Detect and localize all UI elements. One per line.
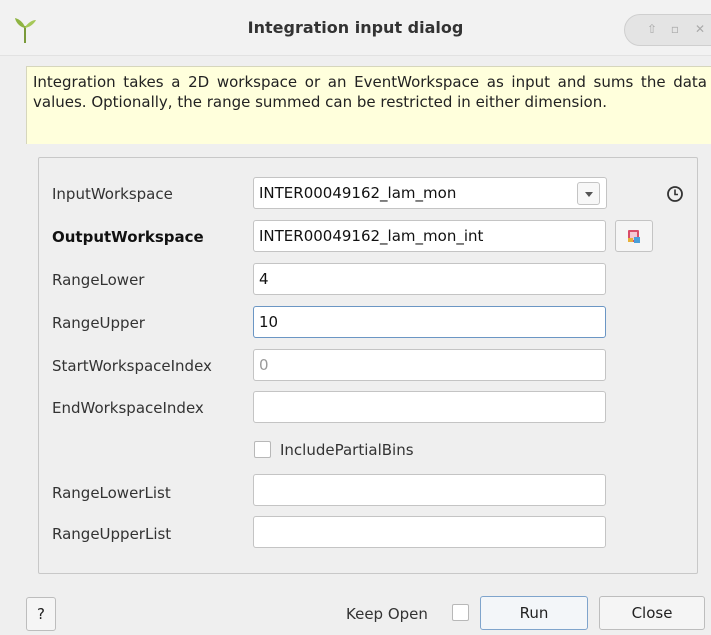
- maximize-up-icon[interactable]: ⇧: [645, 22, 659, 36]
- include-partial-bins-checkbox[interactable]: [254, 441, 271, 458]
- close-window-icon[interactable]: ✕: [693, 22, 707, 36]
- range-lower-list-label: RangeLowerList: [52, 484, 171, 502]
- range-upper-input[interactable]: 10: [253, 306, 606, 338]
- input-workspace-label: InputWorkspace: [52, 185, 173, 203]
- start-workspace-index-label: StartWorkspaceIndex: [52, 357, 212, 375]
- output-workspace-label: OutputWorkspace: [52, 228, 204, 246]
- algorithm-description: Integration takes a 2D workspace or an E…: [26, 66, 711, 144]
- range-lower-label: RangeLower: [52, 271, 145, 289]
- range-upper-label: RangeUpper: [52, 314, 145, 332]
- output-workspace-input[interactable]: INTER00049162_lam_mon_int: [253, 220, 606, 252]
- input-workspace-value: INTER00049162_lam_mon: [259, 184, 457, 202]
- run-button[interactable]: Run: [480, 596, 588, 630]
- keep-open-checkbox[interactable]: [452, 604, 469, 621]
- chevron-down-icon[interactable]: [577, 182, 600, 205]
- start-workspace-index-input[interactable]: 0: [253, 349, 606, 381]
- restore-icon[interactable]: ▫: [668, 22, 682, 36]
- end-workspace-index-label: EndWorkspaceIndex: [52, 399, 204, 417]
- end-workspace-index-input[interactable]: [253, 391, 606, 423]
- keep-open-label: Keep Open: [346, 605, 428, 623]
- range-upper-list-input[interactable]: [253, 516, 606, 548]
- workspace-icon: [628, 230, 640, 243]
- help-button[interactable]: ?: [26, 597, 56, 631]
- title-bar: Integration input dialog ⇧ ▫ ✕: [0, 0, 711, 56]
- window-title: Integration input dialog: [247, 18, 464, 37]
- range-lower-list-input[interactable]: [253, 474, 606, 506]
- window-controls: ⇧ ▫ ✕: [624, 14, 711, 46]
- input-workspace-combo[interactable]: INTER00049162_lam_mon: [253, 177, 607, 209]
- workspace-browse-button[interactable]: [615, 220, 653, 252]
- close-button[interactable]: Close: [599, 596, 705, 630]
- clock-history-icon[interactable]: [666, 185, 684, 203]
- range-lower-input[interactable]: 4: [253, 263, 606, 295]
- include-partial-bins-label: IncludePartialBins: [280, 441, 414, 459]
- range-upper-list-label: RangeUpperList: [52, 525, 172, 543]
